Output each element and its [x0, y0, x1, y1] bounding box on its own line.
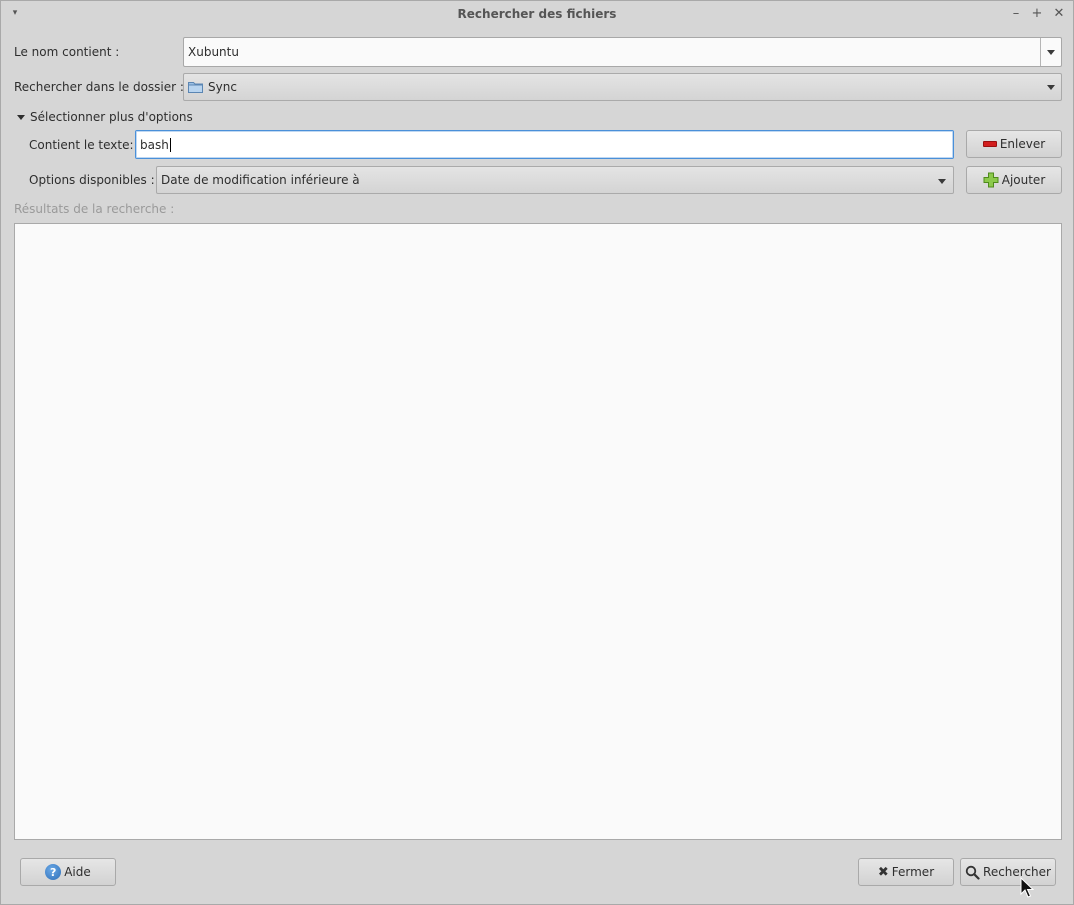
name-contains-input[interactable]: Xubuntu	[188, 45, 239, 59]
remove-button[interactable]: Enlever	[966, 130, 1062, 158]
chevron-down-icon[interactable]	[938, 179, 946, 184]
remove-icon	[982, 141, 997, 147]
text-caret	[169, 138, 171, 152]
available-options-label: Options disponibles :	[29, 173, 155, 187]
chevron-down-icon[interactable]	[1047, 50, 1055, 55]
search-button[interactable]: Rechercher	[960, 858, 1056, 886]
close-icon[interactable]: ✕	[1050, 4, 1068, 22]
minimize-icon[interactable]: –	[1007, 4, 1025, 22]
more-options-expander[interactable]: Sélectionner plus d'options	[17, 109, 193, 125]
add-button-label: Ajouter	[1001, 173, 1046, 187]
folder-icon	[188, 82, 203, 93]
available-options-value: Date de modification inférieure à	[161, 173, 360, 187]
contains-text-input[interactable]: bash	[135, 130, 954, 159]
close-x-icon: ✖	[877, 864, 889, 880]
search-folder-value: Sync	[208, 80, 237, 94]
name-contains-combo[interactable]: Xubuntu	[183, 37, 1062, 67]
search-folder-label: Rechercher dans le dossier :	[14, 80, 184, 94]
add-button[interactable]: Ajouter	[966, 166, 1062, 194]
results-label: Résultats de la recherche :	[14, 202, 175, 216]
name-contains-label: Le nom contient :	[14, 45, 120, 59]
help-icon: ?	[45, 864, 62, 880]
search-icon	[965, 865, 980, 880]
maximize-icon[interactable]: +	[1028, 4, 1046, 22]
help-button-label: Aide	[64, 865, 91, 879]
search-button-label: Rechercher	[983, 865, 1051, 879]
results-list[interactable]	[14, 223, 1062, 840]
remove-button-label: Enlever	[999, 137, 1046, 151]
mouse-cursor-icon	[1020, 877, 1034, 898]
available-options-combo[interactable]: Date de modification inférieure à	[156, 166, 954, 194]
search-folder-combo[interactable]: Sync	[183, 73, 1062, 101]
expander-triangle-icon	[17, 114, 25, 120]
window-title: Rechercher des fichiers	[457, 7, 617, 21]
contains-text-value: bash	[140, 138, 169, 152]
more-options-label: Sélectionner plus d'options	[30, 110, 193, 124]
titlebar: ▾ Rechercher des fichiers – + ✕	[1, 1, 1073, 27]
close-button[interactable]: ✖ Fermer	[858, 858, 954, 886]
search-window: ▾ Rechercher des fichiers – + ✕ Le nom c…	[0, 0, 1074, 905]
chevron-down-icon[interactable]	[1047, 85, 1055, 90]
close-button-label: Fermer	[891, 865, 935, 879]
help-button[interactable]: ? Aide	[20, 858, 116, 886]
plus-icon	[983, 172, 999, 188]
combo-divider	[1040, 38, 1041, 66]
contains-text-label: Contient le texte:	[29, 138, 134, 152]
